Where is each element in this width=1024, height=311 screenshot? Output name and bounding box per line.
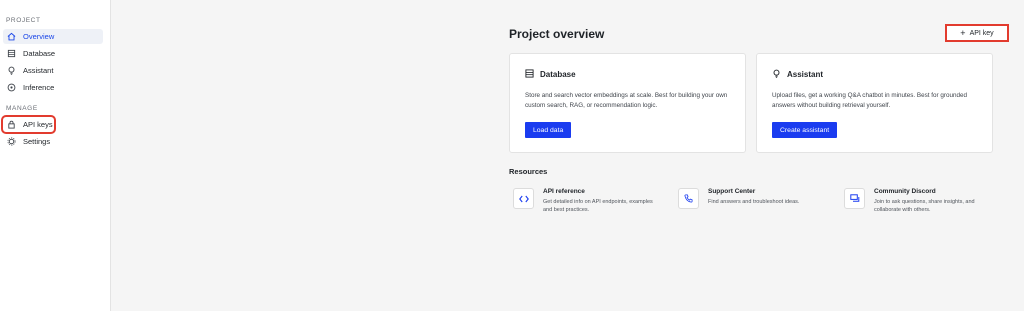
resource-title[interactable]: API reference xyxy=(543,188,658,195)
resource-api-reference[interactable]: API reference Get detailed info on API e… xyxy=(513,188,658,214)
database-card-header: Database xyxy=(525,69,576,80)
resource-title[interactable]: Support Center xyxy=(708,188,823,195)
database-card-description: Store and search vector embeddings at sc… xyxy=(525,92,728,109)
resource-description: Find answers and troubleshoot ideas. xyxy=(708,199,800,205)
sidebar-item-overview[interactable]: Overview xyxy=(3,29,103,44)
sidebar-item-api-keys[interactable]: API keys xyxy=(1,115,56,134)
section-label-project: PROJECT xyxy=(6,17,41,24)
sidebar-item-database[interactable]: Database xyxy=(3,46,103,61)
add-api-key-label: API key xyxy=(969,29,994,37)
assistant-card-header: Assistant xyxy=(772,69,823,80)
sidebar-item-assistant[interactable]: Assistant xyxy=(3,63,103,78)
database-icon xyxy=(525,69,534,80)
resource-description: Get detailed info on API endpoints, exam… xyxy=(543,199,653,213)
resource-description: Join to ask questions, share insights, a… xyxy=(874,199,975,213)
main-content: Project overview + API key Database Stor… xyxy=(111,0,1024,311)
sidebar-item-label: Database xyxy=(23,49,56,58)
assistant-card-title: Assistant xyxy=(787,70,824,79)
resource-title[interactable]: Community Discord xyxy=(874,188,989,195)
inference-icon xyxy=(6,83,16,93)
resources-title: Resources xyxy=(509,167,548,176)
lock-icon xyxy=(6,120,16,130)
sidebar-item-label: Inference xyxy=(23,83,55,92)
phone-icon xyxy=(678,188,699,209)
sidebar-item-inference[interactable]: Inference xyxy=(3,80,103,95)
database-card-title: Database xyxy=(540,70,576,79)
sidebar-item-label: API keys xyxy=(23,120,53,129)
sidebar-item-label: Overview xyxy=(23,32,55,41)
gear-icon xyxy=(6,137,16,147)
create-assistant-button[interactable]: Create assistant xyxy=(772,122,838,138)
page-title: Project overview xyxy=(509,27,605,41)
lightbulb-icon xyxy=(6,66,16,76)
section-label-manage: MANAGE xyxy=(6,105,38,112)
add-api-key-button[interactable]: + API key xyxy=(945,24,1009,42)
plus-icon: + xyxy=(960,27,966,38)
code-icon xyxy=(513,188,534,209)
sidebar: PROJECT Overview Database Assistant Infe… xyxy=(0,0,111,311)
assistant-card-description: Upload files, get a working Q&A chatbot … xyxy=(772,92,967,109)
sidebar-item-settings[interactable]: Settings xyxy=(3,134,103,149)
lightbulb-icon xyxy=(772,69,781,80)
resource-support-center[interactable]: Support Center Find answers and troubles… xyxy=(678,188,823,209)
sidebar-item-label: Assistant xyxy=(23,66,54,75)
database-icon xyxy=(6,49,16,59)
chat-icon xyxy=(844,188,865,209)
resource-community-discord[interactable]: Community Discord Join to ask questions,… xyxy=(844,188,989,214)
home-icon xyxy=(6,32,16,42)
database-card: Database Store and search vector embeddi… xyxy=(509,53,746,153)
assistant-card: Assistant Upload files, get a working Q&… xyxy=(756,53,993,153)
load-data-button[interactable]: Load data xyxy=(525,122,572,138)
sidebar-item-label: Settings xyxy=(23,137,51,146)
